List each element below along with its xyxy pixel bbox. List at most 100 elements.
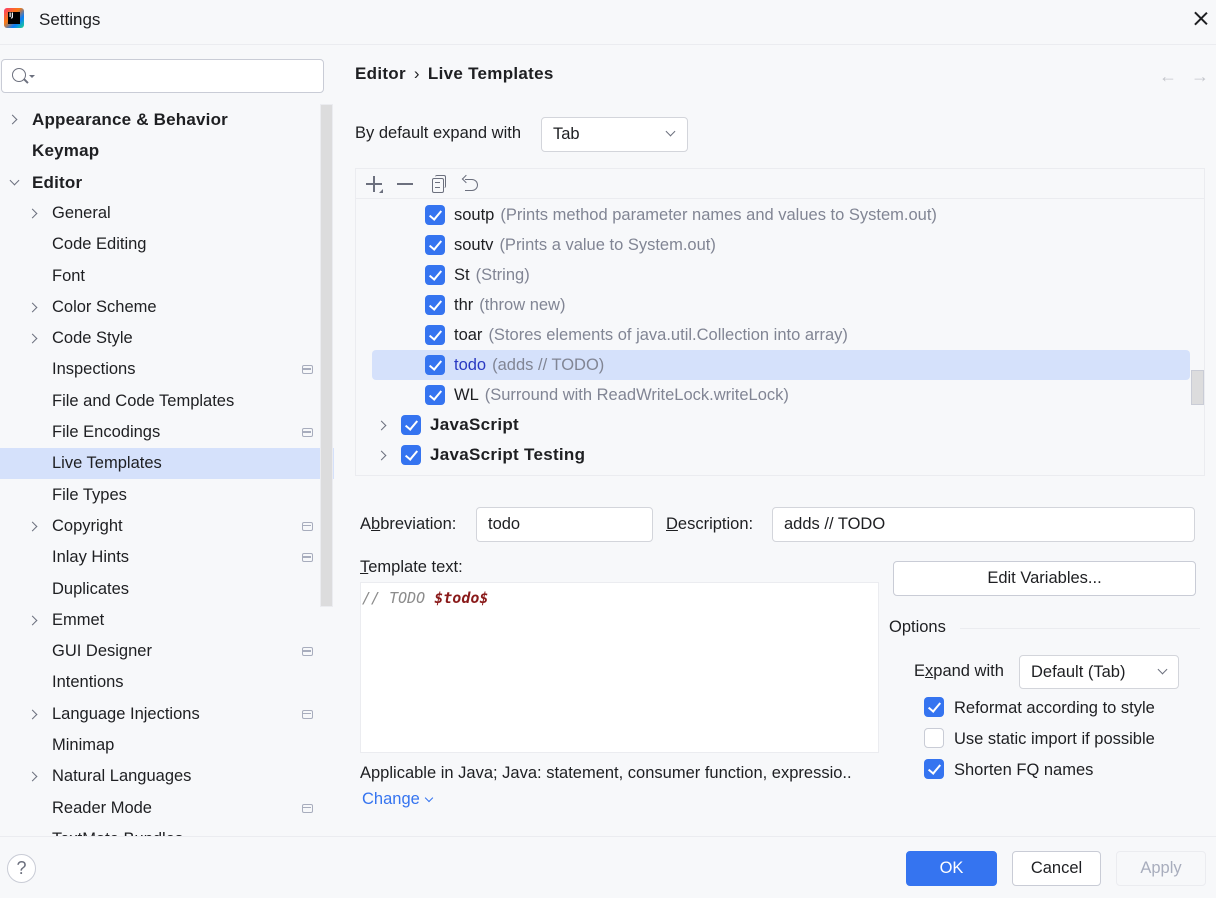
template-abbreviation: soutv (Prints a value to System.out) [454,230,716,260]
expand-with-label: By default expand with [355,124,522,142]
default-expand-select[interactable]: Tab [541,117,688,152]
sidebar-item[interactable]: GUI Designer [0,636,334,667]
forward-arrow-icon[interactable]: → [1191,66,1209,87]
sidebar-item[interactable]: Duplicates [0,574,334,605]
sidebar-item[interactable]: Font [0,261,334,292]
sidebar-item[interactable]: Live Templates [0,448,334,480]
chevron-right-icon[interactable] [376,420,387,431]
apply-button[interactable]: Apply [1116,851,1206,886]
option-checkbox[interactable] [924,697,944,717]
sidebar-item[interactable]: Code Editing [0,229,334,260]
chevron-right-icon[interactable] [27,771,38,782]
template-description: (Surround with ReadWriteLock.writeLock) [484,386,789,404]
restore-icon[interactable] [461,174,481,194]
template-group-row[interactable]: JavaScript Testing [356,440,1204,470]
sidebar-item[interactable]: Language Injections [0,699,334,730]
sidebar-item[interactable]: Intentions [0,667,334,698]
chevron-right-icon[interactable] [27,333,38,344]
template-description: (String) [475,266,530,284]
option-checkbox[interactable] [924,728,944,748]
chevron-right-icon[interactable] [7,114,18,125]
template-row[interactable]: St (String) [356,260,1204,290]
applicable-contexts: Applicable in Java; Java: statement, con… [360,764,852,782]
cancel-button[interactable]: Cancel [1012,851,1101,886]
template-checkbox[interactable] [425,385,445,405]
templates-scrollbar[interactable] [1191,370,1204,405]
sidebar-item[interactable]: TextMate Bundles [0,824,334,836]
template-row[interactable]: WL (Surround with ReadWriteLock.writeLock… [356,380,1204,410]
edit-variables-button[interactable]: Edit Variables... [893,561,1196,596]
template-row[interactable]: soutp (Prints method parameter names and … [356,200,1204,230]
copy-icon[interactable] [428,174,448,194]
abbreviation-input[interactable]: todo [476,507,653,542]
expand-with-option-label: Expand with [914,662,1004,680]
search-history-dropdown-icon[interactable] [29,75,35,78]
sidebar-item-label: Font [52,266,86,285]
template-checkbox[interactable] [425,355,445,375]
sidebar-item[interactable]: Minimap [0,730,334,761]
sidebar-item[interactable]: General [0,198,334,229]
breadcrumb-current: Live Templates [427,64,554,83]
chevron-right-icon[interactable] [27,302,38,313]
template-row[interactable]: todo (adds // TODO) [356,350,1204,380]
sidebar-item[interactable]: Code Style [0,323,334,354]
sidebar-item[interactable]: Reader Mode [0,793,334,824]
sidebar-item-label: Color Scheme [52,297,157,316]
template-checkbox[interactable] [401,445,421,465]
project-level-icon [302,521,313,531]
template-checkbox[interactable] [425,235,445,255]
close-icon[interactable] [1190,8,1212,30]
back-arrow-icon[interactable]: ← [1159,66,1177,87]
chevron-right-icon[interactable] [27,521,38,532]
template-abbr-text: soutp [454,206,495,224]
template-description: (throw new) [479,296,566,314]
template-group-row[interactable]: JavaScript [356,410,1204,440]
options-divider [960,628,1200,629]
template-row[interactable]: thr (throw new) [356,290,1204,320]
sidebar-item[interactable]: Inspections [0,354,334,385]
sidebar-item[interactable]: Color Scheme [0,292,334,323]
ok-button[interactable]: OK [906,851,997,886]
template-checkbox[interactable] [425,325,445,345]
sidebar-item[interactable]: Copyright [0,511,334,542]
search-icon [12,68,26,82]
chevron-right-icon[interactable] [376,450,387,461]
sidebar-item[interactable]: Appearance & Behavior [0,104,334,135]
template-text-editor[interactable]: // TODO $todo$ [360,582,879,753]
option-checkbox[interactable] [924,759,944,779]
template-checkbox[interactable] [425,205,445,225]
template-description: (Prints a value to System.out) [499,236,716,254]
template-checkbox[interactable] [401,415,421,435]
chevron-down-icon[interactable] [9,175,20,186]
sidebar-item[interactable]: Emmet [0,605,334,636]
change-context-link[interactable]: Change [362,790,434,809]
sidebar-item[interactable]: Inlay Hints [0,542,334,573]
template-row[interactable]: toar (Stores elements of java.util.Collec… [356,320,1204,350]
expand-with-select[interactable]: Default (Tab) [1019,655,1179,689]
template-row[interactable]: soutv (Prints a value to System.out) [356,230,1204,260]
chevron-right-icon[interactable] [27,709,38,720]
breadcrumb-parent[interactable]: Editor [355,64,406,83]
remove-icon[interactable] [395,174,415,194]
description-input[interactable]: adds // TODO [772,507,1195,542]
add-icon[interactable] [364,174,384,194]
sidebar-item[interactable]: Editor [0,167,334,198]
sidebar-item-label: Language Injections [52,704,200,723]
template-abbreviation: WL (Surround with ReadWriteLock.writeLock… [454,380,789,410]
sidebar-item[interactable]: File Encodings [0,417,334,448]
chevron-right-icon[interactable] [27,208,38,219]
breadcrumb: Editor › Live Templates [355,64,554,84]
template-checkbox[interactable] [425,265,445,285]
sidebar-item[interactable]: File Types [0,480,334,511]
template-checkbox[interactable] [425,295,445,315]
sidebar-item[interactable]: Keymap [0,135,334,166]
sidebar-item-label: Code Editing [52,235,147,254]
search-input[interactable] [1,59,324,93]
sidebar-item-label: File Types [52,485,127,504]
sidebar-scrollbar[interactable] [320,104,333,607]
option-checkbox-label: Shorten FQ names [954,761,1094,779]
sidebar-item[interactable]: Natural Languages [0,761,334,792]
chevron-right-icon[interactable] [27,615,38,626]
sidebar-item[interactable]: File and Code Templates [0,386,334,417]
help-button[interactable]: ? [7,854,36,883]
